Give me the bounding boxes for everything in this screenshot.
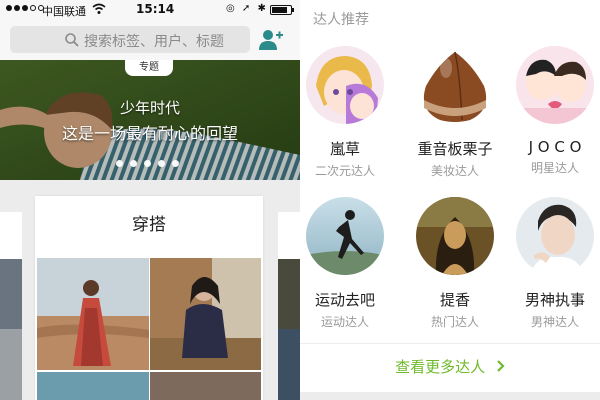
expert-item[interactable]: 提香 热门达人 [405,197,505,330]
expert-name: J O C O [528,138,582,156]
expert-item[interactable]: 运动去吧 运动达人 [295,197,395,330]
banner-tag: 专题 [125,60,173,76]
expert-name: 提香 [439,291,470,309]
expert-name: 运动去吧 [314,291,375,309]
outfit-photo[interactable] [37,372,149,400]
view-more-label: 查看更多达人 [395,358,486,376]
carousel-dot[interactable] [172,160,179,167]
expert-category: 美妆达人 [430,164,479,178]
section-header: 达人推荐 [313,12,369,28]
avatar[interactable] [306,197,384,275]
category-card-title: 穿搭 [132,215,166,235]
search-placeholder: 搜索标签、用户、标题 [84,34,224,50]
category-carousel: 穿搭 [0,180,300,400]
avatar[interactable] [416,46,494,124]
search-icon [65,33,79,47]
battery-icon [270,5,294,15]
expert-category: 明星达人 [530,161,579,175]
expert-name: 嵐草 [329,140,360,158]
expert-name: 重音板栗子 [417,140,493,158]
add-user-icon[interactable] [259,29,283,51]
expert-item[interactable]: J O C O 明星达人 [505,46,600,176]
outfit-photo[interactable] [37,258,149,370]
expert-name: 男神执事 [524,291,585,309]
carousel-dot[interactable] [158,160,165,167]
banner-subtitle: 这是一场最有耐心的回望 [61,124,238,143]
category-card[interactable]: 穿搭 [35,196,263,400]
carrier-label: 中国联通 [42,5,86,18]
avatar[interactable] [516,46,594,124]
avatar[interactable] [416,197,494,275]
carousel-dot[interactable] [130,160,137,167]
expert-category: 二次元达人 [314,164,375,178]
expert-category: 运动达人 [320,315,369,329]
carousel-dots[interactable] [116,160,179,167]
expert-item[interactable]: 嵐草 二次元达人 [295,46,395,179]
expert-category: 热门达人 [430,315,479,329]
outfit-photo[interactable] [150,372,261,400]
carousel-dot[interactable] [144,160,151,167]
expert-item[interactable]: 男神执事 男神达人 [505,197,600,330]
category-card-prev[interactable] [0,212,22,400]
expert-category: 男神达人 [530,315,579,329]
chevron-right-icon [497,360,505,372]
signal-icon [6,5,44,11]
expert-recommendations: 达人推荐 嵐草 二次元达人 重音板栗子 美妆达人 J O C O 明星达人 运动… [300,0,600,400]
discover-screen: 中国联通 15:14 ◎ ➚ ✱ 搜索标签、用户、标题 专题 少年时代 这是一场… [0,0,300,400]
banner-title: 少年时代 [119,99,180,117]
clock: 15:14 [136,2,175,16]
wifi-icon [92,3,106,14]
search-bar: 搜索标签、用户、标题 [0,20,300,60]
status-icons: ◎ ➚ ✱ [226,3,268,14]
status-bar: 中国联通 15:14 ◎ ➚ ✱ [0,0,300,20]
bottom-divider [300,392,600,400]
search-input[interactable]: 搜索标签、用户、标题 [10,26,250,53]
outfit-photo[interactable] [150,258,261,370]
divider [300,343,600,344]
view-more-experts-link[interactable]: 查看更多达人 [300,356,600,377]
carousel-dot[interactable] [116,160,123,167]
avatar[interactable] [516,197,594,275]
featured-banner[interactable]: 专题 少年时代 这是一场最有耐心的回望 [0,60,300,180]
expert-item[interactable]: 重音板栗子 美妆达人 [405,46,505,179]
avatar[interactable] [306,46,384,124]
